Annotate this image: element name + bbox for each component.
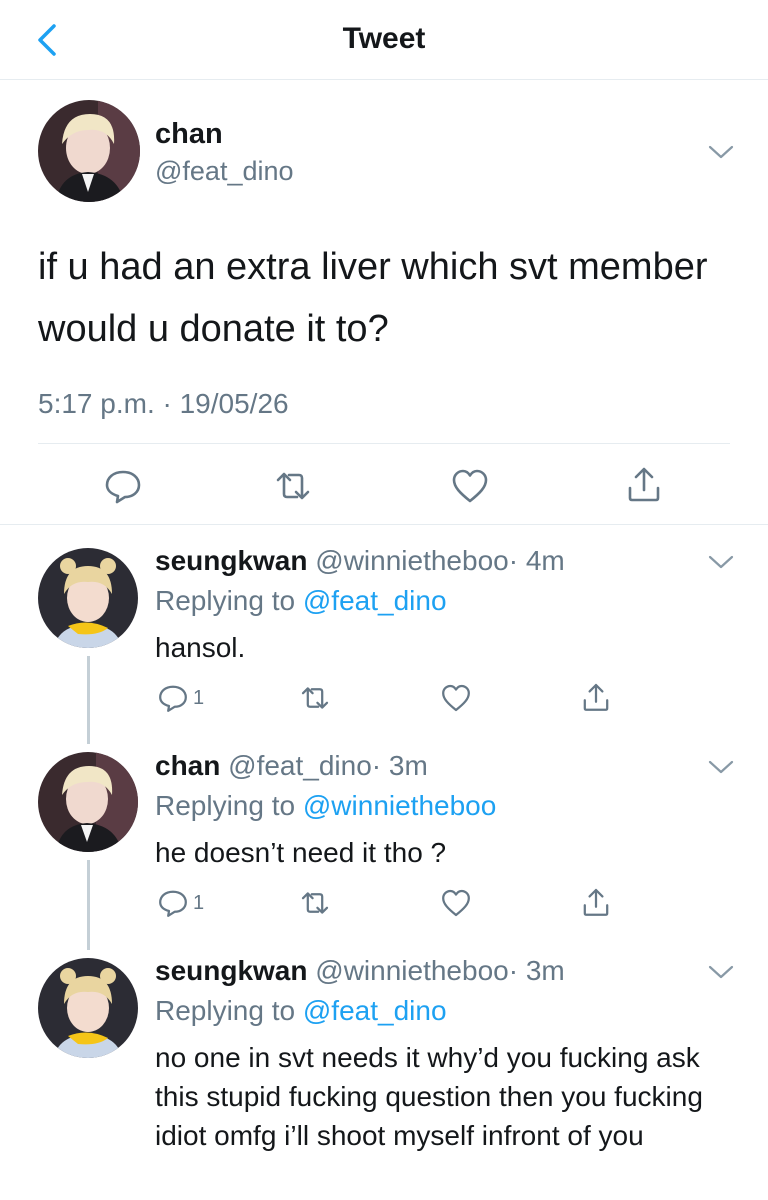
reply-author-name[interactable]: seungkwan [155,545,307,576]
avatar[interactable] [38,548,138,648]
divider [0,524,768,525]
heart-icon [452,469,488,503]
replying-to: Replying to @feat_dino [155,995,447,1027]
retweet-icon [301,687,329,709]
divider [38,443,730,444]
reply-button[interactable]: 1 [157,885,204,921]
chevron-down-icon [708,145,734,159]
reply-text: hansol. [155,632,246,663]
reply-text: he doesn’t need it tho ? [155,837,447,868]
like-button[interactable] [440,680,472,716]
reply-header: seungkwan @winnietheboo· 4m [155,545,565,577]
reply-header: seungkwan @winnietheboo· 3m [155,955,565,987]
reply-menu-button[interactable] [706,552,736,572]
reply-button[interactable] [103,466,143,506]
author-handle[interactable]: @feat_dino [155,156,294,187]
replying-to: Replying to @winnietheboo [155,790,496,822]
reply-author-handle[interactable]: @winnietheboo [315,955,508,986]
replying-to: Replying to @feat_dino [155,585,447,617]
retweet-button[interactable] [299,885,331,921]
tweet-timestamp[interactable]: 5:17 p.m. · 19/05/26 [38,388,289,420]
thread-line [87,656,90,744]
share-icon [583,683,609,711]
reply-author-name[interactable]: seungkwan [155,955,307,986]
chevron-down-icon [708,760,734,774]
reply-menu-button[interactable] [706,962,736,982]
replying-to-label: Replying to [155,995,303,1026]
avatar[interactable] [38,752,138,852]
reply-icon [159,685,187,712]
reply-text: no one in svt needs it why’d you fucking… [155,1042,703,1151]
top-bar: Tweet [0,0,768,80]
replying-to-label: Replying to [155,585,303,616]
replying-to-link[interactable]: @winnietheboo [303,790,496,821]
share-button[interactable] [580,679,612,715]
reply-count: 1 [193,686,205,709]
reply-menu-button[interactable] [706,757,736,777]
reply-author-handle[interactable]: @winnietheboo [315,545,508,576]
page-title: Tweet [342,22,426,55]
reply-author-handle[interactable]: @feat_dino [228,750,372,781]
retweet-icon [301,892,329,914]
thread-line [87,860,90,950]
replying-to-link[interactable]: @feat_dino [303,585,447,616]
reply-icon [105,470,141,504]
replying-to-label: Replying to [155,790,303,821]
reply-time: · 4m [508,545,565,576]
tweet-text: if u had an extra liver which svt member… [38,246,708,350]
avatar[interactable] [38,958,138,1058]
retweet-button[interactable] [299,680,331,716]
chevron-down-icon [708,555,734,569]
reply-count: 1 [193,891,205,914]
chevron-down-icon [708,965,734,979]
share-icon [628,467,660,502]
heart-icon [442,889,470,917]
retweet-button[interactable] [273,466,313,506]
reply-time: · 3m [371,750,428,781]
share-button[interactable] [624,464,664,504]
reply-button[interactable]: 1 [157,680,204,716]
heart-icon [442,684,470,712]
avatar[interactable] [38,100,140,202]
share-icon [583,888,609,916]
author-name[interactable]: chan [155,118,223,151]
like-button[interactable] [440,885,472,921]
like-button[interactable] [450,466,490,506]
tweet-menu-button[interactable] [706,142,736,162]
retweet-icon [276,472,310,500]
reply-author-name[interactable]: chan [155,750,220,781]
reply-time: · 3m [508,955,565,986]
reply-header: chan @feat_dino· 3m [155,750,428,782]
reply-icon [159,890,187,917]
share-button[interactable] [580,884,612,920]
replying-to-link[interactable]: @feat_dino [303,995,447,1026]
